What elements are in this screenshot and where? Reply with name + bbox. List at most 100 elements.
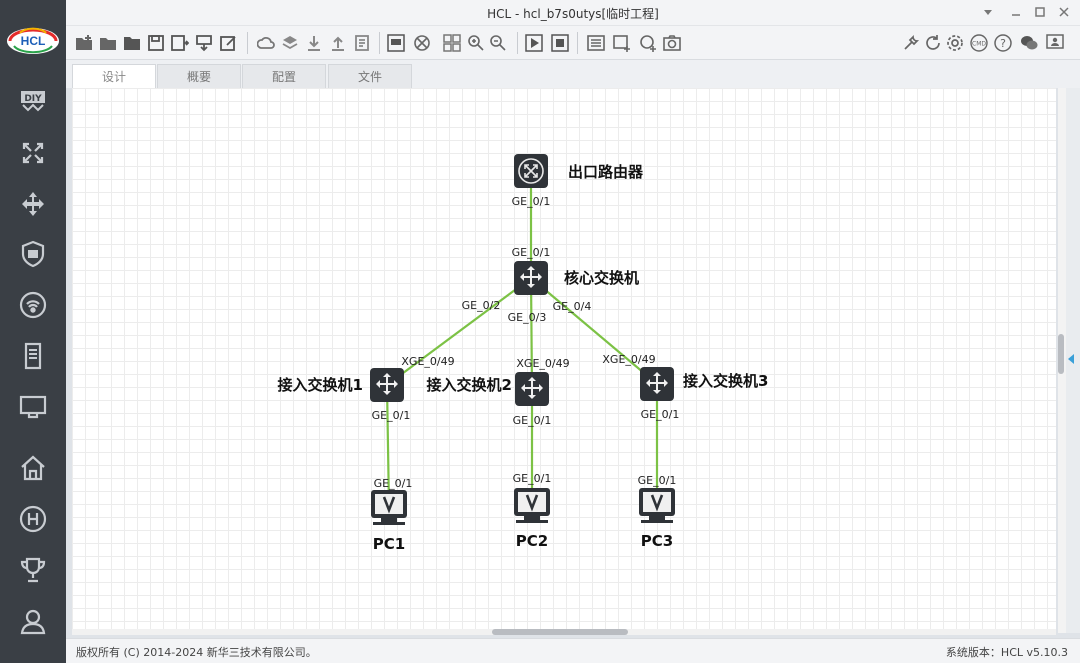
tab-bar: 设计 概要 配置 文件 [66,60,1080,88]
folder-icon[interactable] [121,32,143,54]
pin-icon[interactable] [978,3,998,21]
vertical-scroll-thumb[interactable] [1058,334,1064,374]
upload-icon[interactable] [327,32,349,54]
cmd-icon[interactable]: CMD [968,32,990,54]
node-label-pc3: PC3 [641,532,673,550]
save-as-icon[interactable] [169,32,191,54]
diy-icon[interactable]: DIY [17,86,49,118]
port-label: GE_0/4 [553,300,592,313]
snapshot-icon[interactable] [661,32,683,54]
add-note-icon[interactable] [611,32,633,54]
svg-text:CMD: CMD [972,41,986,48]
port-label: GE_0/3 [508,311,547,324]
switch-node-acc2[interactable] [515,372,549,406]
server-icon[interactable] [17,340,49,372]
trophy-icon[interactable] [17,554,49,586]
stop-icon[interactable] [549,32,571,54]
svg-text:DIY: DIY [24,94,42,104]
wireless-icon[interactable] [17,289,49,321]
feedback-icon[interactable] [1044,32,1066,54]
zoom-out-icon[interactable] [487,32,509,54]
start-icon[interactable] [523,32,545,54]
zoom-in-icon[interactable] [465,32,487,54]
cloud-icon[interactable] [255,32,277,54]
switch-node-acc3[interactable] [640,367,674,401]
toolbar-separator [379,32,380,54]
maximize-button[interactable] [1030,3,1050,21]
left-sidebar: HCL DIY [0,0,66,663]
expand-panel-icon[interactable] [1068,354,1074,364]
node-label-acc2: 接入交换机2 [427,376,512,394]
port-label: GE_0/1 [513,472,552,485]
node-label-pc2: PC2 [516,532,548,550]
tab-design[interactable]: 设计 [72,64,156,88]
minimize-button[interactable] [1006,3,1026,21]
pc-node-pc3[interactable] [639,488,675,523]
port-label: GE_0/1 [513,414,552,427]
user-icon[interactable] [17,605,49,637]
vertical-scrollbar[interactable] [1058,88,1066,633]
document-icon[interactable] [351,32,373,54]
router-icon[interactable] [17,137,49,169]
port-label: GE_0/2 [462,299,501,312]
refresh-icon[interactable] [922,32,944,54]
h3c-icon[interactable] [17,503,49,535]
port-label: GE_0/1 [512,246,551,259]
layers-icon[interactable] [279,32,301,54]
node-label-acc1: 接入交换机1 [278,376,363,394]
status-bar: 版权所有 (C) 2014-2024 新华三技术有限公司。 系统版本：HCL v… [66,638,1080,663]
save-icon[interactable] [145,32,167,54]
port-label: GE_0/1 [372,409,411,422]
port-label: GE_0/1 [512,195,551,208]
tab-overview[interactable]: 概要 [157,64,241,88]
gear-icon[interactable] [944,32,966,54]
topology-canvas[interactable]: GE_0/1 GE_0/1 GE_0/2 XGE_0/49 GE_0/3 XGE_0/49… [72,88,1056,633]
logo-text: HCL [21,34,46,48]
download-icon[interactable] [303,32,325,54]
port-label: GE_0/1 [638,474,677,487]
topology-diagram: GE_0/1 GE_0/1 GE_0/2 XGE_0/49 GE_0/3 XGE_0/49… [278,154,768,553]
edit-icon[interactable] [217,32,239,54]
horizontal-scroll-thumb[interactable] [492,629,628,635]
window-title: HCL - hcl_b7s0utys[临时工程] [487,7,659,21]
node-label-r1: 出口路由器 [568,163,644,181]
help-icon[interactable]: ? [992,32,1014,54]
horizontal-scrollbar[interactable] [72,629,1056,635]
title-bar: HCL - hcl_b7s0utys[临时工程] [66,0,1080,26]
pc-node-pc2[interactable] [514,488,550,523]
right-panel-toggle [1066,88,1080,633]
home-icon[interactable] [17,452,49,484]
new-project-icon[interactable] [73,32,95,54]
close-button[interactable] [1054,3,1074,21]
node-label-acc3: 接入交换机3 [683,372,768,390]
export-icon[interactable] [193,32,215,54]
node-label-core: 核心交换机 [564,269,639,287]
switch-node-core[interactable] [514,261,548,295]
terminal-icon[interactable] [17,391,49,423]
tools-icon[interactable] [900,32,922,54]
svg-text:?: ? [1000,37,1006,50]
pc-node-pc1[interactable] [371,490,407,525]
firewall-icon[interactable] [17,238,49,270]
tab-config[interactable]: 配置 [242,64,326,88]
port-label: GE_0/1 [641,408,680,421]
settings-wheel-icon[interactable] [411,32,433,54]
switch-icon[interactable] [17,188,49,220]
port-label: XGE_0/49 [516,357,569,370]
add-shape-icon[interactable] [637,32,659,54]
port-label: XGE_0/49 [602,353,655,366]
grid-icon[interactable] [441,32,463,54]
copyright-text: 版权所有 (C) 2014-2024 新华三技术有限公司。 [76,646,317,659]
list-icon[interactable] [585,32,607,54]
toolbar-separator [517,32,518,54]
hcl-app-window: HCL DIY HCL - hcl_b7s0utys[临时工程] CMD ? 设… [0,0,1080,663]
wechat-icon[interactable] [1018,32,1040,54]
router-node-r1[interactable] [514,154,548,188]
topology-icon[interactable] [385,32,407,54]
toolbar-separator [577,32,578,54]
tab-files[interactable]: 文件 [328,64,412,88]
version-text: 系统版本：HCL v5.10.3 [945,646,1068,659]
switch-node-acc1[interactable] [370,368,404,402]
link-core-acc1[interactable] [386,277,532,386]
open-folder-icon[interactable] [97,32,119,54]
